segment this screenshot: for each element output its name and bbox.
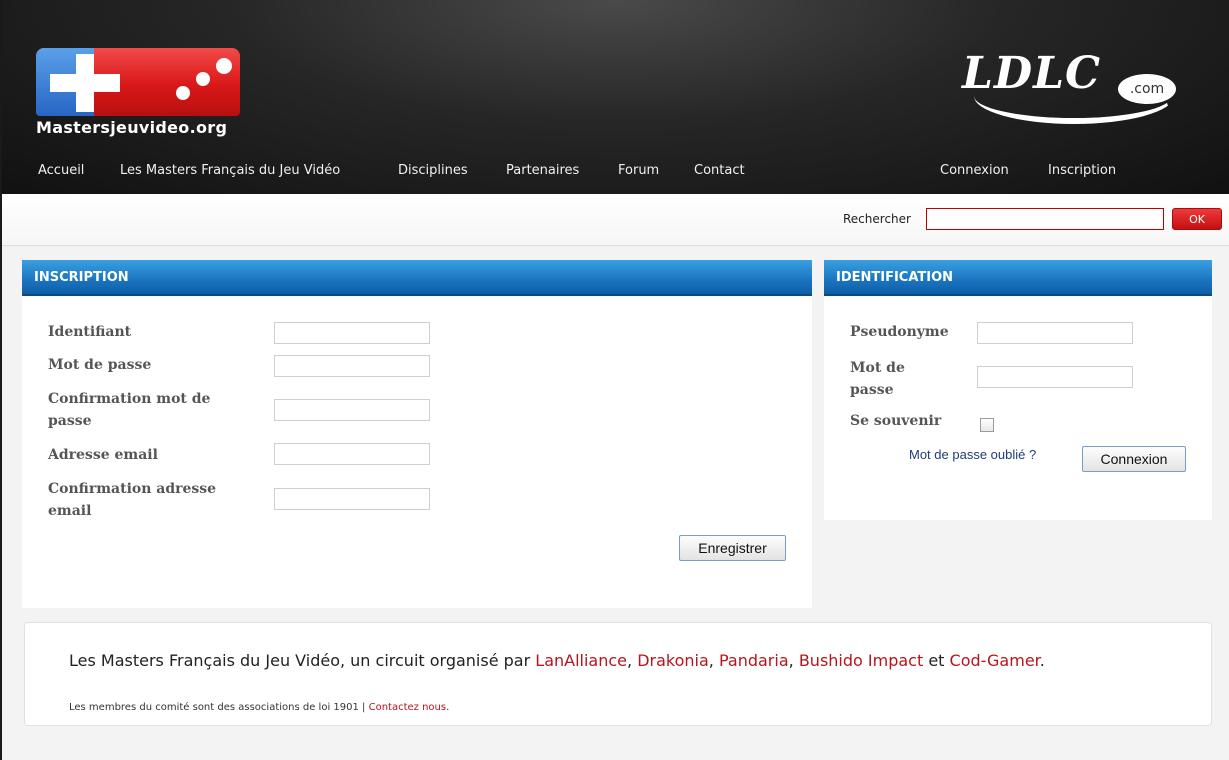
sponsor-logo[interactable]: LDLC .com [962,42,1178,128]
email-confirm-label: Confirmation adresse email [48,481,217,519]
contact-link[interactable]: Contactez nous [369,702,447,713]
nav-item-connexion[interactable]: Connexion [940,163,1009,178]
nav-item-disciplines[interactable]: Disciplines [398,163,468,178]
site-logo[interactable]: Mastersjeuvideo.org [36,48,240,144]
nav-item-forum[interactable]: Forum [618,163,659,178]
password-confirm-input[interactable] [274,399,430,421]
login-password-label: Mot de passe [850,360,905,398]
nav-item-accueil[interactable]: Accueil [38,163,84,178]
nav-item-partenaires[interactable]: Partenaires [506,163,579,178]
organizer-link-lanalliance[interactable]: LanAlliance [535,651,627,670]
nav-item-masters[interactable]: Les Masters Français du Jeu Vidéo [120,163,340,178]
password-label: Mot de passe [48,357,152,373]
search-label: Rechercher [843,212,911,226]
identifiant-input[interactable] [274,322,430,344]
footer-text: Les Masters Français du Jeu Vidéo, un ci… [69,651,1045,670]
organizer-link-pandaria[interactable]: Pandaria [719,651,789,670]
footer-sub-text: Les membres du comité sont des associati… [69,702,366,713]
password-confirm-label: Confirmation mot de passe [48,391,211,429]
remember-label: Se souvenir [850,413,942,429]
password-input[interactable] [274,355,430,377]
organizer-link-bushido-impact[interactable]: Bushido Impact [799,651,923,670]
pseudonyme-input[interactable] [977,322,1133,344]
email-confirm-input[interactable] [274,488,430,510]
nav-item-contact[interactable]: Contact [694,163,745,178]
sponsor-logo-text: LDLC [962,48,1102,99]
remember-checkbox[interactable] [980,418,994,432]
search-ok-button[interactable]: OK [1172,208,1222,230]
email-label: Adresse email [48,447,158,463]
identifiant-label: Identifiant [48,324,132,340]
footer-intro: Les Masters Français du Jeu Vidéo, un ci… [69,651,531,670]
register-button[interactable]: Enregistrer [679,535,786,561]
email-input[interactable] [274,443,430,465]
identification-title: IDENTIFICATION [824,260,1212,296]
forgot-password-link[interactable]: Mot de passe oublié ? [909,447,1036,462]
search-input[interactable] [926,208,1164,230]
nav-item-inscription[interactable]: Inscription [1048,163,1116,178]
organizer-link-cod-gamer[interactable]: Cod-Gamer [950,651,1040,670]
sponsor-logo-suffix: .com [1118,74,1176,104]
footer-subtext: Les membres du comité sont des associati… [69,702,450,713]
inscription-title: INSCRIPTION [22,260,812,296]
footer-conjunction: et [928,651,945,670]
site-header: Mastersjeuvideo.org LDLC .com Accueil Le… [2,0,1229,194]
login-password-input[interactable] [977,366,1133,388]
organizer-link-drakonia[interactable]: Drakonia [637,651,709,670]
logo-graphic [36,48,240,116]
login-button[interactable]: Connexion [1082,446,1186,472]
footer-box: Les Masters Français du Jeu Vidéo, un ci… [24,622,1212,726]
site-name: Mastersjeuvideo.org [36,118,228,137]
pseudonyme-label: Pseudonyme [850,324,949,340]
